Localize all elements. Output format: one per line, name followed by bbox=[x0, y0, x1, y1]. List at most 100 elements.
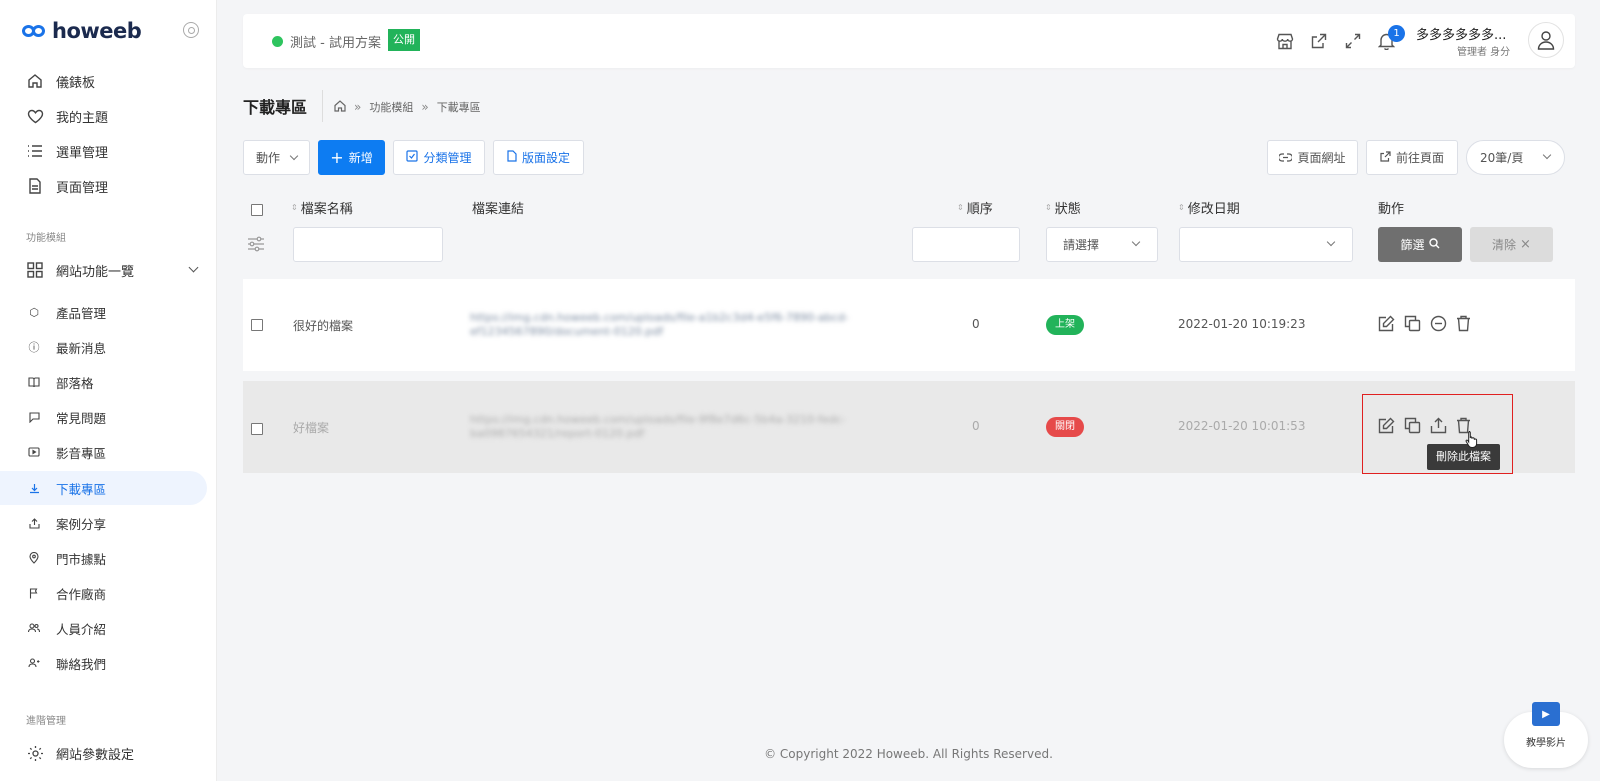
filter-name-input[interactable] bbox=[293, 227, 443, 262]
logo-mark-icon bbox=[22, 24, 48, 38]
home-icon bbox=[26, 73, 44, 89]
external-link-icon[interactable] bbox=[1308, 30, 1330, 52]
column-header-status[interactable]: ⇕ 狀態 bbox=[1045, 198, 1081, 217]
layout-settings-button[interactable]: 版面設定 bbox=[493, 140, 584, 175]
breadcrumb-item: 下載專區 bbox=[436, 101, 481, 114]
public-badge: 公開 bbox=[388, 29, 420, 51]
store-icon[interactable] bbox=[1274, 30, 1296, 52]
page-url-button[interactable]: 頁面網址 bbox=[1267, 140, 1358, 175]
sidebar-item-dashboard[interactable]: 儀錶板 bbox=[0, 64, 207, 98]
sidebar-item-faq[interactable]: 常見問題 bbox=[0, 400, 207, 434]
file-order: 0 bbox=[972, 419, 980, 433]
user-name[interactable]: 多多多多多多... bbox=[1416, 24, 1506, 43]
table-row[interactable]: 很好的檔案 https://img.cdn.howeeb.com/uploads… bbox=[243, 279, 1575, 371]
sidebar-collapse-icon[interactable] bbox=[183, 22, 199, 38]
sidebar-item-pages[interactable]: 頁面管理 bbox=[0, 169, 207, 203]
heart-icon bbox=[26, 109, 44, 124]
sidebar-item-label: 影音專區 bbox=[56, 445, 107, 461]
user-role: 管理者 身分 bbox=[1457, 47, 1511, 58]
logo[interactable]: howeeb bbox=[22, 19, 142, 43]
sidebar-item-downloads[interactable]: 下載專區 bbox=[0, 471, 207, 505]
breadcrumb: » 功能模組 » 下載專區 bbox=[334, 99, 481, 115]
category-manage-label: 分類管理 bbox=[423, 151, 472, 165]
row-checkbox[interactable] bbox=[251, 423, 263, 435]
chevron-down-icon bbox=[1131, 237, 1141, 247]
flag-icon bbox=[28, 587, 40, 599]
filter-date-select[interactable] bbox=[1179, 227, 1353, 262]
action-dropdown-label: 動作 bbox=[255, 151, 280, 165]
download-icon bbox=[28, 483, 40, 494]
filter-status-placeholder: 請選擇 bbox=[1063, 238, 1100, 252]
users-icon bbox=[28, 623, 40, 633]
per-page-value: 20筆/頁 bbox=[1480, 151, 1524, 165]
home-icon[interactable] bbox=[334, 99, 346, 115]
avatar[interactable] bbox=[1528, 22, 1564, 58]
modified-date: 2022-01-20 10:01:53 bbox=[1178, 419, 1306, 433]
filter-settings-icon[interactable] bbox=[247, 236, 265, 256]
site-status-dot bbox=[272, 36, 283, 47]
column-header-order[interactable]: ⇕ 順序 bbox=[957, 198, 993, 217]
logo-text: howeeb bbox=[52, 19, 142, 43]
sidebar-item-label: 儀錶板 bbox=[56, 75, 96, 91]
file-order: 0 bbox=[972, 317, 980, 331]
filter-status-select[interactable]: 請選擇 bbox=[1046, 227, 1158, 262]
action-dropdown[interactable]: 動作 bbox=[243, 140, 310, 175]
info-icon: ⓘ bbox=[28, 341, 40, 354]
file-link[interactable]: https://img.cdn.howeeb.com/uploads/file-… bbox=[470, 311, 910, 339]
filter-order-input[interactable] bbox=[912, 227, 1020, 262]
goto-page-label: 前往頁面 bbox=[1395, 151, 1444, 165]
chevron-down-icon bbox=[1542, 150, 1552, 160]
file-link[interactable]: https://img.cdn.howeeb.com/uploads/file-… bbox=[470, 413, 910, 441]
column-header-modified[interactable]: ⇕ 修改日期 bbox=[1178, 198, 1240, 217]
external-link-icon bbox=[1380, 150, 1391, 165]
breadcrumb-separator-icon: » bbox=[354, 100, 362, 114]
category-manage-button[interactable]: 分類管理 bbox=[393, 140, 485, 175]
file-name: 好檔案 bbox=[293, 421, 330, 435]
tutorial-video-button[interactable]: ▶ 教學影片 bbox=[1504, 702, 1588, 768]
chevron-down-icon bbox=[1326, 237, 1336, 247]
select-all-checkbox[interactable] bbox=[251, 204, 263, 216]
minus-circle-icon[interactable] bbox=[1428, 312, 1448, 334]
sidebar-group-modules[interactable]: 網站功能一覽 bbox=[0, 253, 207, 287]
sidebar-item-themes[interactable]: 我的主題 bbox=[0, 99, 207, 133]
site-name: 測試 - 試用方案 bbox=[290, 36, 381, 51]
breadcrumb-item[interactable]: 功能模組 bbox=[369, 99, 413, 115]
sidebar-item-label: 選單管理 bbox=[56, 145, 109, 161]
sidebar-item-blog[interactable]: 部落格 bbox=[0, 365, 207, 399]
file-name: 很好的檔案 bbox=[293, 319, 354, 333]
video-clapper-icon: ▶ bbox=[1532, 702, 1560, 726]
goto-page-button[interactable]: 前往頁面 bbox=[1366, 140, 1458, 175]
per-page-select[interactable]: 20筆/頁 bbox=[1466, 140, 1565, 175]
user-icon bbox=[1537, 31, 1555, 50]
chevron-down-icon bbox=[289, 151, 299, 161]
list-icon bbox=[26, 144, 44, 158]
sidebar-item-news[interactable]: ⓘ 最新消息 bbox=[0, 330, 207, 364]
sidebar-item-stores[interactable]: 門市據點 bbox=[0, 541, 207, 575]
filter-button[interactable]: 篩選 bbox=[1378, 227, 1462, 262]
copy-icon[interactable] bbox=[1402, 312, 1422, 334]
sidebar-item-products[interactable]: ⬡ 產品管理 bbox=[0, 295, 207, 329]
column-header-name[interactable]: ⇕ 檔案名稱 bbox=[291, 198, 353, 217]
edit-icon[interactable] bbox=[1376, 312, 1396, 334]
pin-icon bbox=[28, 552, 40, 564]
sidebar-item-videos[interactable]: 影音專區 bbox=[0, 435, 207, 469]
sidebar-item-menus[interactable]: 選單管理 bbox=[0, 134, 207, 168]
row-checkbox[interactable] bbox=[251, 319, 263, 331]
section-label-advanced: 進階管理 bbox=[26, 716, 66, 727]
link-icon bbox=[1278, 151, 1294, 165]
top-header: 測試 - 試用方案 公開 1 多多多多多多... 管理者 身分 bbox=[243, 14, 1575, 68]
add-button[interactable]: + 新增 bbox=[318, 140, 385, 175]
clear-button[interactable]: 清除 × bbox=[1470, 227, 1553, 262]
chevron-down-icon bbox=[188, 262, 199, 273]
sidebar-item-contact[interactable]: 聯絡我們 bbox=[0, 646, 207, 680]
check-square-icon bbox=[406, 150, 419, 165]
sidebar-item-partners[interactable]: 合作廠商 bbox=[0, 576, 207, 610]
delete-tooltip: 刪除此檔案 bbox=[1427, 444, 1500, 470]
sidebar-item-team[interactable]: 人員介紹 bbox=[0, 611, 207, 645]
sidebar-item-label: 人員介紹 bbox=[56, 621, 107, 637]
sidebar-item-cases[interactable]: 案例分享 bbox=[0, 506, 207, 540]
fullscreen-icon[interactable] bbox=[1342, 30, 1364, 52]
sort-icon: ⇕ bbox=[1178, 202, 1185, 212]
trash-icon[interactable] bbox=[1453, 312, 1473, 334]
sort-icon: ⇕ bbox=[291, 202, 298, 212]
